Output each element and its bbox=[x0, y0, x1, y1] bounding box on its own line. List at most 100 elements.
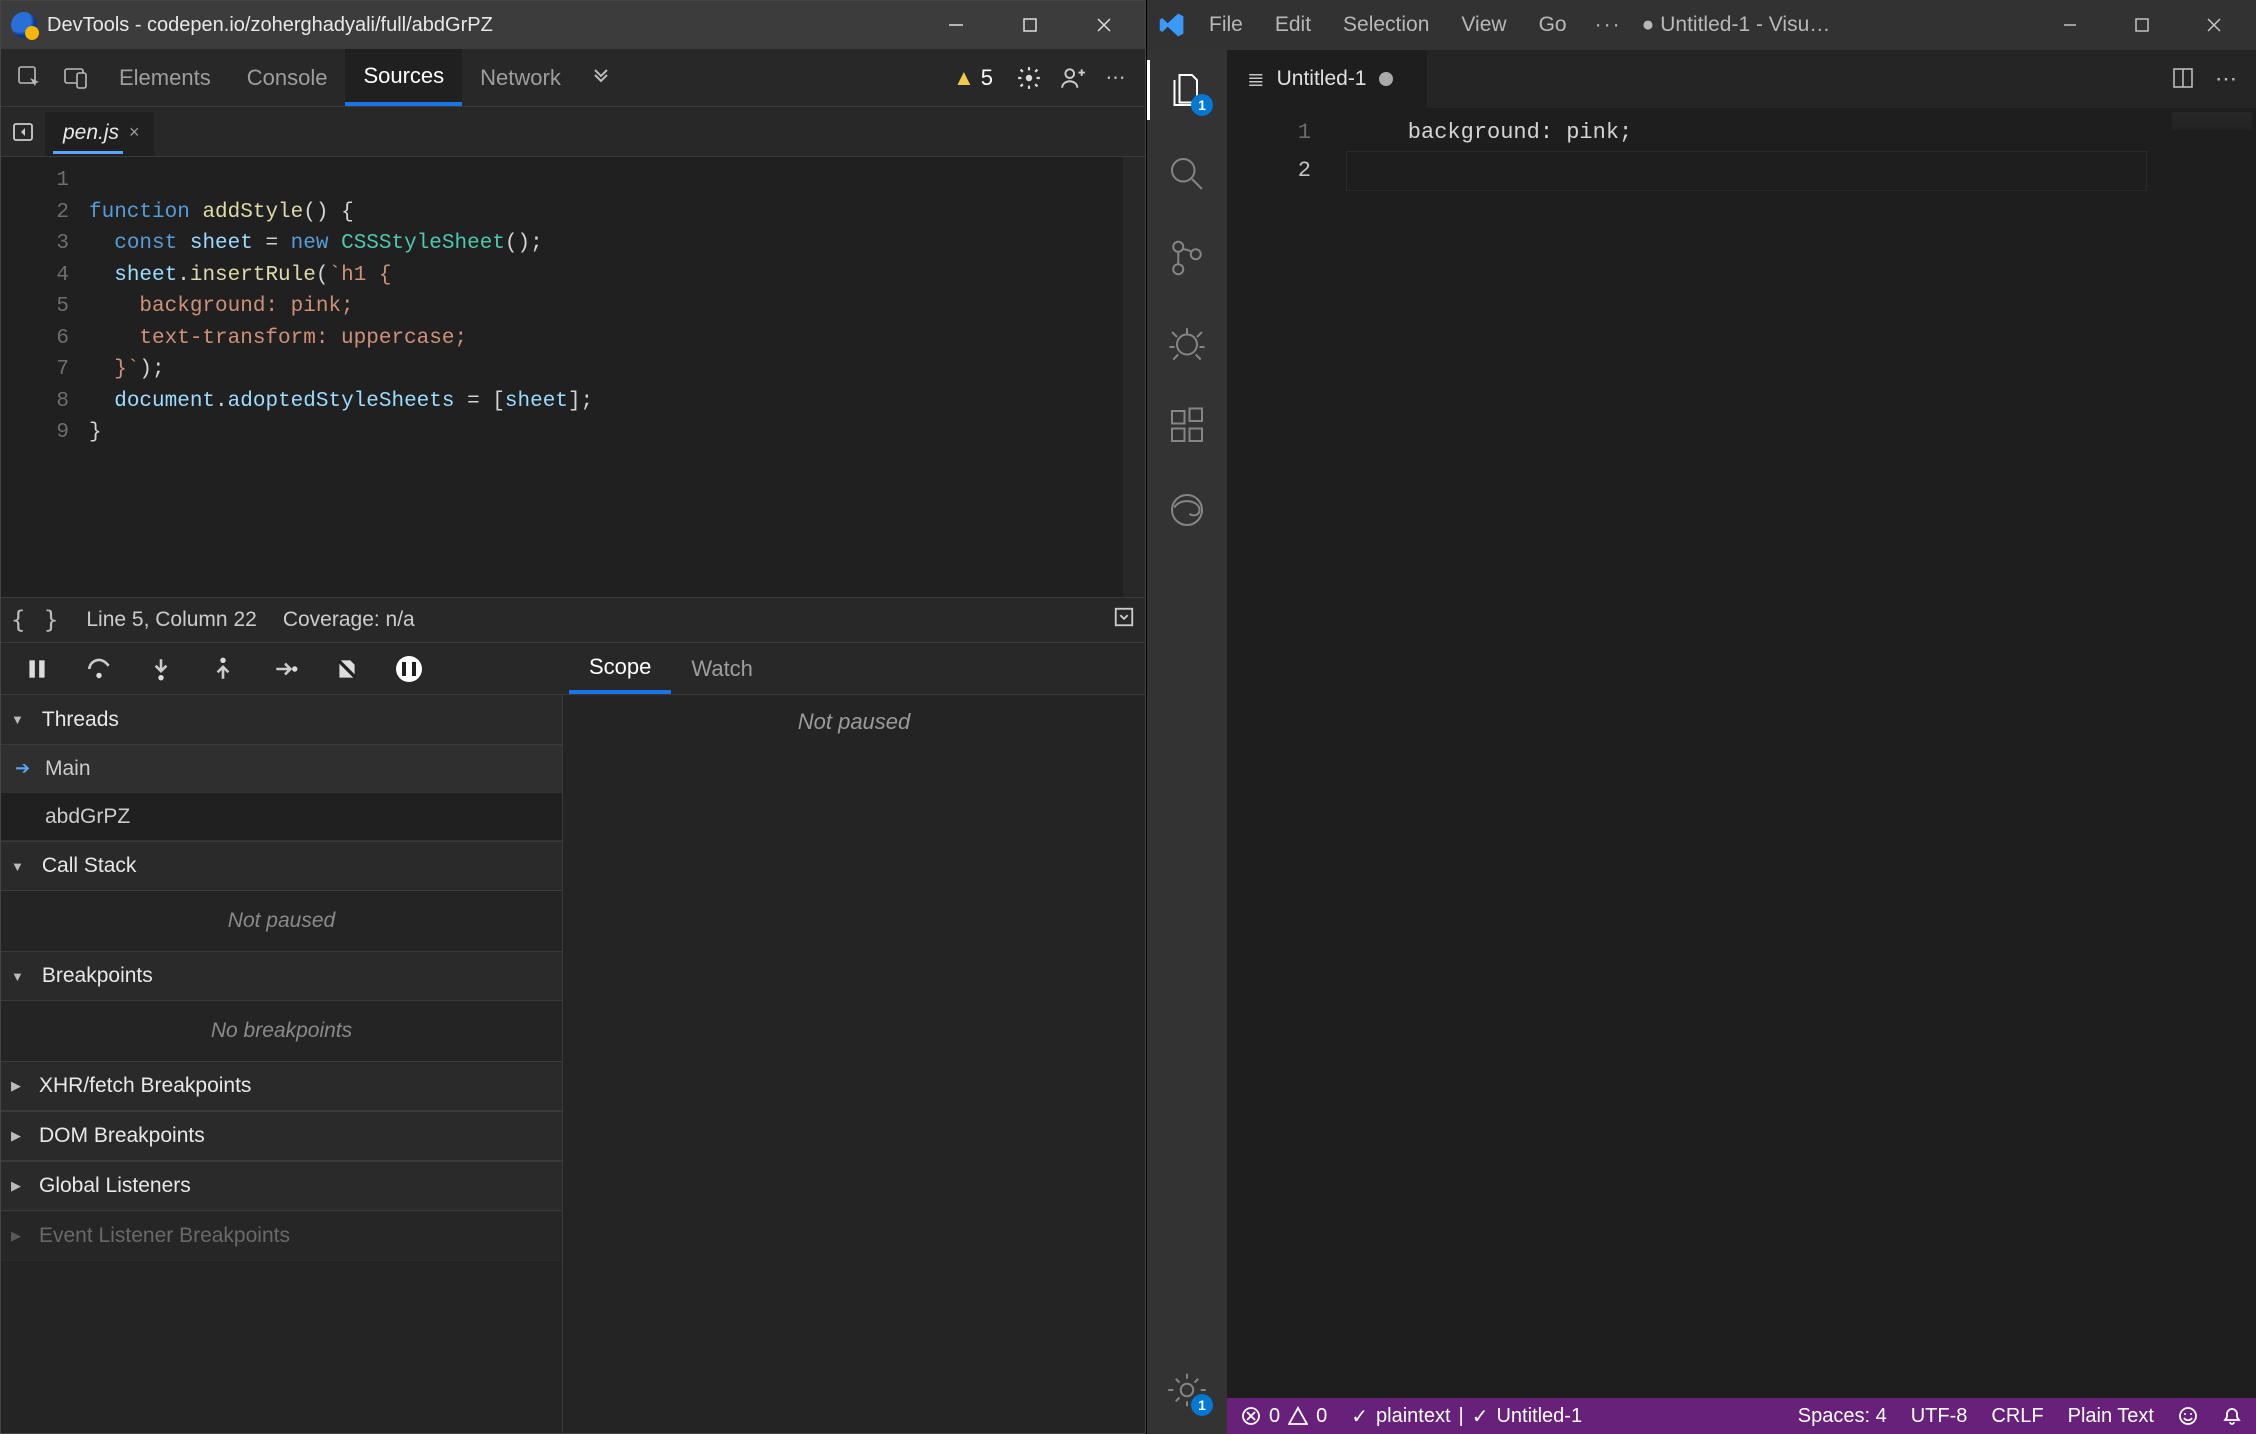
devtools-filebar: pen.js × bbox=[1, 107, 1145, 157]
section-threads[interactable]: Threads bbox=[1, 695, 562, 745]
window-close-button[interactable] bbox=[1067, 1, 1141, 49]
pause-button[interactable] bbox=[19, 656, 55, 682]
menu-view[interactable]: View bbox=[1447, 0, 1520, 50]
profile-icon[interactable] bbox=[1053, 65, 1093, 91]
pause-on-exceptions-button[interactable] bbox=[391, 656, 427, 682]
modified-dot-icon: ● bbox=[1642, 13, 1655, 37]
menu-overflow-icon[interactable]: ··· bbox=[1585, 0, 1632, 50]
close-tab-icon[interactable]: × bbox=[129, 122, 140, 143]
activity-source-control-icon[interactable] bbox=[1163, 234, 1211, 282]
activity-settings-icon[interactable]: 1 bbox=[1163, 1366, 1211, 1414]
deactivate-breakpoints-button[interactable] bbox=[329, 656, 365, 682]
settings-icon[interactable] bbox=[1009, 65, 1049, 91]
editor-gutter: 1 2 bbox=[1227, 108, 1347, 1398]
activity-debug-icon[interactable] bbox=[1163, 318, 1211, 366]
device-toolbar-icon[interactable] bbox=[55, 49, 97, 106]
editor-tab-untitled-1[interactable]: ≣ Untitled-1 bbox=[1227, 50, 1427, 108]
vscode-window: File Edit Selection View Go ··· ● Untitl… bbox=[1146, 0, 2256, 1434]
scope-not-paused: Not paused bbox=[577, 709, 1131, 735]
status-lang-hint[interactable]: ✓ plaintext | ✓ Untitled-1 bbox=[1351, 1404, 1582, 1429]
step-button[interactable] bbox=[267, 656, 303, 682]
source-code: function addStyle() { const sheet = new … bbox=[81, 157, 593, 597]
editor-content: background: pink; bbox=[1347, 108, 1632, 1398]
menu-file[interactable]: File bbox=[1195, 0, 1257, 50]
split-editor-icon[interactable] bbox=[2171, 66, 2195, 93]
window-maximize-button[interactable] bbox=[993, 1, 1067, 49]
step-into-button[interactable] bbox=[143, 656, 179, 682]
status-bar: 0 0 ✓ plaintext | ✓ Untitled-1 Spaces: 4… bbox=[1227, 1398, 2256, 1434]
menu-go[interactable]: Go bbox=[1525, 0, 1581, 50]
thread-main[interactable]: ➔ Main bbox=[1, 745, 562, 793]
vscode-menubar: File Edit Selection View Go ··· ● Untitl… bbox=[1147, 0, 2256, 50]
text-editor[interactable]: 1 2 background: pink; bbox=[1227, 108, 2256, 1398]
tab-console[interactable]: Console bbox=[229, 49, 346, 106]
devtools-titlebar[interactable]: DevTools - codepen.io/zoherghadyali/full… bbox=[1, 1, 1145, 49]
minimap[interactable] bbox=[2172, 112, 2252, 130]
status-language-mode[interactable]: Plain Text bbox=[2068, 1405, 2154, 1428]
tab-scope[interactable]: Scope bbox=[569, 643, 671, 694]
settings-badge: 1 bbox=[1191, 1394, 1213, 1416]
status-problems[interactable]: 0 0 bbox=[1241, 1405, 1327, 1428]
show-navigator-icon[interactable] bbox=[1, 107, 45, 156]
activity-edge-icon[interactable] bbox=[1163, 486, 1211, 534]
issues-badge[interactable]: ▲ 5 bbox=[953, 65, 993, 91]
section-global-listeners[interactable]: Global Listeners bbox=[1, 1161, 562, 1211]
activity-extensions-icon[interactable] bbox=[1163, 402, 1211, 450]
status-notifications-icon[interactable] bbox=[2222, 1406, 2242, 1426]
vscode-logo-icon bbox=[1153, 11, 1191, 39]
section-call-stack[interactable]: Call Stack bbox=[1, 841, 562, 891]
editor-tabbar: ≣ Untitled-1 ⋯ bbox=[1227, 50, 2256, 108]
debugger-sidebar: Threads ➔ Main ➔ abdGrPZ Call Stack Not … bbox=[1, 695, 563, 1433]
status-indent[interactable]: Spaces: 4 bbox=[1798, 1405, 1887, 1428]
debugger-toolbar: Scope Watch bbox=[1, 643, 1145, 695]
explorer-badge: 1 bbox=[1191, 94, 1213, 116]
vscode-title: ● Untitled-1 - Visu… bbox=[1636, 13, 2030, 37]
warning-icon: ▲ bbox=[953, 65, 975, 91]
menu-selection[interactable]: Selection bbox=[1329, 0, 1443, 50]
show-console-icon[interactable] bbox=[1113, 606, 1135, 634]
editor-more-icon[interactable]: ⋯ bbox=[2215, 66, 2240, 92]
status-eol[interactable]: CRLF bbox=[1991, 1405, 2043, 1428]
inspect-element-icon[interactable] bbox=[9, 49, 51, 106]
tab-elements[interactable]: Elements bbox=[101, 49, 229, 106]
source-statusbar: { } Line 5, Column 22 Coverage: n/a bbox=[1, 597, 1145, 643]
current-thread-icon: ➔ bbox=[15, 758, 33, 779]
modified-indicator-icon bbox=[1379, 72, 1393, 86]
issues-count: 5 bbox=[981, 65, 993, 91]
call-stack-empty: Not paused bbox=[1, 891, 562, 951]
more-icon[interactable]: ⋯ bbox=[1097, 65, 1137, 90]
vscode-close-button[interactable] bbox=[2178, 0, 2250, 50]
pretty-print-icon[interactable]: { } bbox=[11, 606, 60, 634]
activity-search-icon[interactable] bbox=[1163, 150, 1211, 198]
menu-edit[interactable]: Edit bbox=[1261, 0, 1325, 50]
status-feedback-icon[interactable] bbox=[2178, 1406, 2198, 1426]
step-over-button[interactable] bbox=[81, 656, 117, 682]
section-breakpoints[interactable]: Breakpoints bbox=[1, 951, 562, 1001]
tab-watch[interactable]: Watch bbox=[671, 643, 773, 694]
file-tab-pen-js[interactable]: pen.js × bbox=[45, 112, 154, 156]
thread-other[interactable]: ➔ abdGrPZ bbox=[1, 793, 562, 841]
cursor-position: Line 5, Column 22 bbox=[86, 608, 256, 632]
tab-sources[interactable]: Sources bbox=[345, 49, 462, 106]
section-event-listener-breakpoints[interactable]: Event Listener Breakpoints bbox=[1, 1211, 562, 1261]
file-plaintext-icon: ≣ bbox=[1247, 67, 1265, 92]
window-minimize-button[interactable] bbox=[919, 1, 993, 49]
section-xhr-breakpoints[interactable]: XHR/fetch Breakpoints bbox=[1, 1061, 562, 1111]
vscode-maximize-button[interactable] bbox=[2106, 0, 2178, 50]
editor-tab-label: Untitled-1 bbox=[1277, 67, 1367, 91]
devtools-toolbar: Elements Console Sources Network ▲ 5 ⋯ bbox=[1, 49, 1145, 107]
source-editor[interactable]: 1 2 3 4 5 6 7 8 9 function addStyle() { … bbox=[1, 157, 1145, 597]
breakpoints-empty: No breakpoints bbox=[1, 1001, 562, 1061]
section-dom-breakpoints[interactable]: DOM Breakpoints bbox=[1, 1111, 562, 1161]
tab-network[interactable]: Network bbox=[462, 49, 579, 106]
tab-overflow-icon[interactable] bbox=[579, 49, 623, 106]
vscode-minimize-button[interactable] bbox=[2034, 0, 2106, 50]
activity-explorer-icon[interactable]: 1 bbox=[1163, 66, 1211, 114]
devtools-favicon-icon bbox=[11, 12, 37, 38]
coverage-status: Coverage: n/a bbox=[283, 608, 415, 632]
devtools-title: DevTools - codepen.io/zoherghadyali/full… bbox=[47, 14, 919, 37]
status-encoding[interactable]: UTF-8 bbox=[1911, 1405, 1968, 1428]
devtools-window: DevTools - codepen.io/zoherghadyali/full… bbox=[0, 0, 1146, 1434]
step-out-button[interactable] bbox=[205, 656, 241, 682]
scope-panel: Not paused bbox=[563, 695, 1145, 1433]
